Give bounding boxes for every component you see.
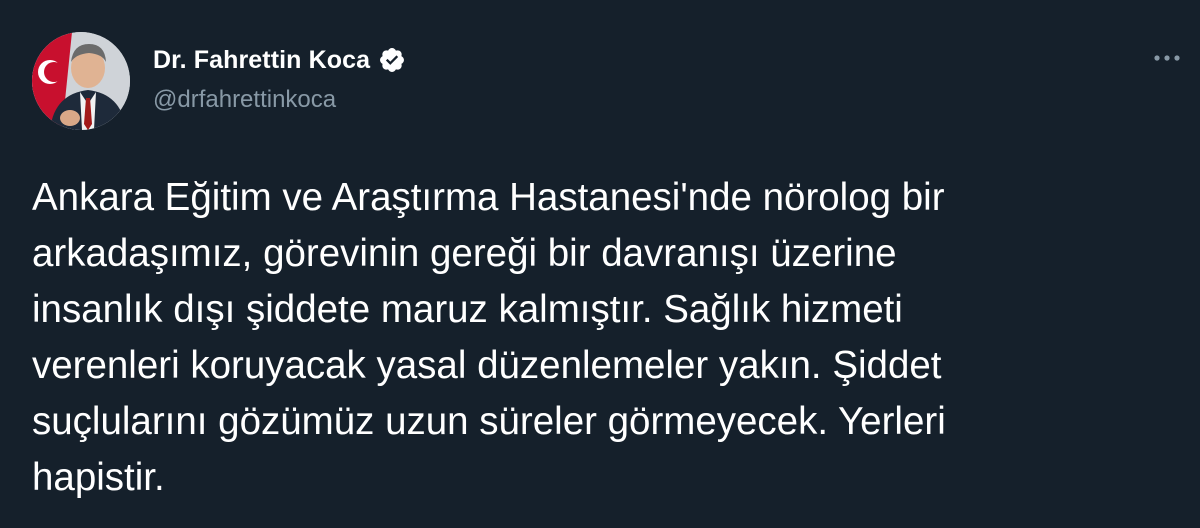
more-horizontal-icon[interactable] — [1150, 46, 1184, 70]
avatar[interactable] — [32, 32, 130, 130]
verified-badge-icon — [378, 46, 406, 74]
author-name-row: Dr. Fahrettin Koca — [153, 44, 406, 76]
avatar-photo — [32, 32, 130, 130]
tweet-text: Ankara Eğitim ve Araştırma Hastanesi'nde… — [32, 176, 946, 499]
author-handle[interactable]: @drfahrettinkoca — [153, 86, 336, 114]
author-display-name[interactable]: Dr. Fahrettin Koca — [153, 46, 370, 75]
tweet-card: Dr. Fahrettin Koca @drfahrettinkoca Anka… — [0, 0, 1200, 528]
